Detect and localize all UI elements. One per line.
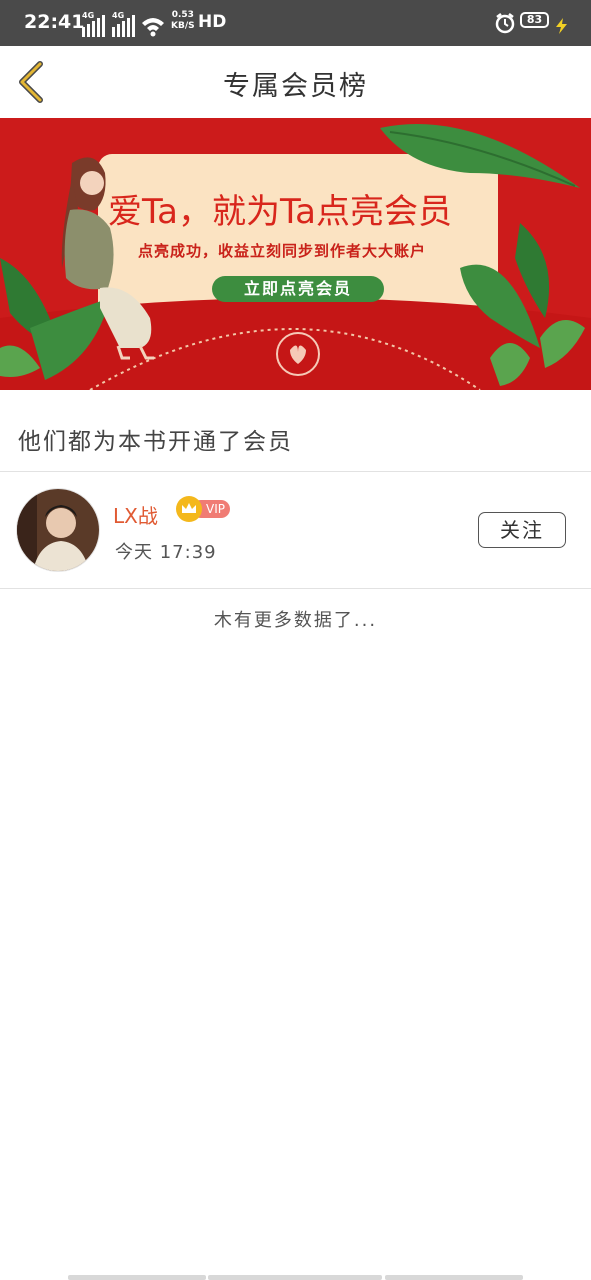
- nav-bar-segment: [208, 1275, 382, 1280]
- status-time: 22:41: [24, 11, 85, 33]
- promo-banner[interactable]: 爱Ta，就为Ta点亮会员 点亮成功，收益立刻同步到作者大大账户 立即点亮会员: [0, 118, 591, 390]
- network-speed: 0.53 KB/S: [171, 10, 195, 32]
- list-item[interactable]: LX战 VIP 今天 17:39 关注: [0, 472, 591, 588]
- header: 专属会员榜: [0, 46, 591, 118]
- member-time: 今天 17:39: [115, 542, 217, 563]
- hd-label: HD: [198, 12, 227, 32]
- banner-subtitle: 点亮成功，收益立刻同步到作者大大账户: [138, 242, 427, 260]
- section-title: 他们都为本书开通了会员: [18, 429, 293, 455]
- nav-bar-segment: [68, 1275, 206, 1280]
- status-bar: 22:41 4G 4G 0.53 KB/S HD 83: [0, 0, 591, 46]
- light-up-membership-button[interactable]: 立即点亮会员: [212, 276, 384, 302]
- charging-icon: [556, 18, 567, 34]
- svg-text:4G: 4G: [112, 11, 124, 20]
- avatar[interactable]: [16, 488, 100, 572]
- crown-icon: [176, 496, 202, 522]
- signal-icons: 4G 4G: [82, 11, 164, 37]
- divider: [0, 588, 591, 589]
- page-title: 专属会员榜: [223, 71, 368, 102]
- network-speed-value: 0.53: [171, 10, 194, 20]
- nav-bar-segment: [385, 1275, 523, 1280]
- banner-title: 爱Ta，就为Ta点亮会员: [108, 192, 452, 232]
- avatar-image: [17, 489, 99, 571]
- svg-text:4G: 4G: [82, 11, 94, 20]
- battery-icon: 83: [520, 12, 549, 28]
- member-name[interactable]: LX战: [113, 500, 158, 529]
- no-more-data-text: 木有更多数据了...: [213, 610, 378, 631]
- battery-level: 83: [526, 13, 543, 26]
- follow-button[interactable]: 关注: [478, 512, 566, 548]
- vip-badge: VIP: [176, 496, 232, 522]
- alarm-icon: [495, 13, 515, 34]
- network-speed-unit: KB/S: [171, 21, 195, 31]
